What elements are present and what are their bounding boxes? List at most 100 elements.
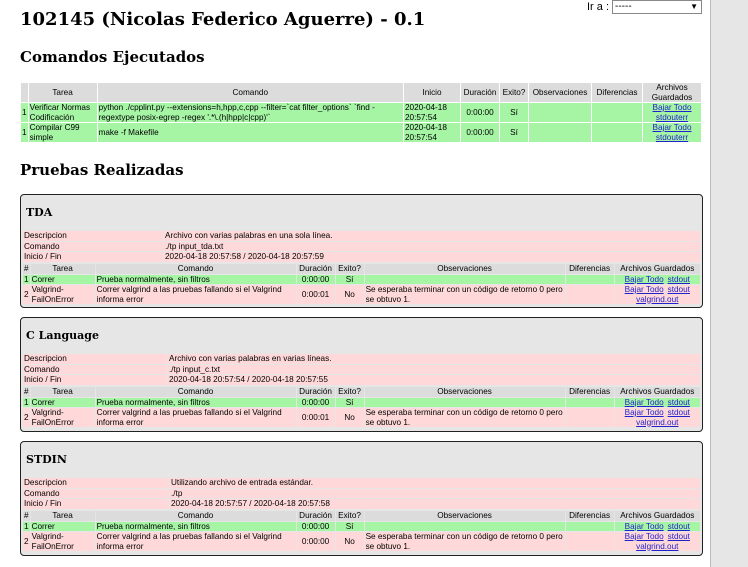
download-link-stdouterr[interactable]: stdouterr: [656, 113, 688, 123]
runs-header-cell: Tarea: [30, 387, 95, 397]
section-command-row: Comando ./tp: [23, 488, 700, 498]
section-description-label: Descripcion: [23, 231, 163, 241]
download-link-bajar-todo[interactable]: Bajar Todo: [653, 123, 692, 133]
command-duration: 0:00:00: [461, 103, 499, 122]
run-duration: 0:00:00: [296, 397, 335, 407]
section-command-label: Comando: [23, 241, 163, 251]
runs-header-cell: Exito?: [335, 511, 364, 521]
section-command-value: ./tp input_tda.txt: [164, 241, 700, 251]
section-time-row: Inicio / Fin 2020-04-18 20:57:58 / 2020-0…: [23, 252, 700, 262]
section-description-value: Archivo con varias palabras en varias lí…: [168, 354, 700, 364]
download-link-valgrind-out[interactable]: valgrind.out: [636, 542, 678, 552]
download-link-valgrind-out[interactable]: valgrind.out: [636, 418, 678, 428]
command-duration: 0:00:00: [461, 123, 499, 142]
run-success: Sí: [335, 521, 364, 531]
run-command: Prueba normalmente, sin filtros: [95, 397, 296, 407]
section-time-label: Inicio / Fin: [23, 375, 167, 385]
section-time-label: Inicio / Fin: [23, 499, 169, 509]
command-files: Bajar Todostdouterr: [643, 103, 701, 122]
run-number: 2: [23, 408, 30, 427]
section-time-label: Inicio / Fin: [23, 252, 163, 262]
runs-header-cell: Tarea: [30, 264, 95, 274]
run-duration: 0:00:00: [296, 521, 335, 531]
run-files: Bajar Todo stdoutvalgrind.out: [614, 532, 700, 552]
run-command: Correr valgrind a las pruebas fallando s…: [95, 408, 296, 427]
run-files: Bajar Todo stdoutvalgrind.out: [614, 408, 700, 428]
download-link-valgrind-out[interactable]: valgrind.out: [636, 295, 678, 305]
download-link-stdout[interactable]: stdout: [668, 275, 690, 285]
goto-select[interactable]: ----- ▼: [612, 0, 703, 14]
commands-header-cell: Comando: [97, 83, 403, 102]
run-row: 1 Correr Prueba normalmente, sin filtros 0:…: [23, 521, 700, 532]
run-row: 2 Valgrind-FailOnError Correr valgrind a l…: [23, 408, 700, 427]
command-start: 2020-04-18 20:57:54: [404, 123, 460, 142]
section-time-value: 2020-04-18 20:57:54 / 2020-04-18 20:57:5…: [168, 375, 700, 385]
run-files: Bajar Todo stdout: [614, 274, 700, 285]
section-time-row: Inicio / Fin 2020-04-18 20:57:54 / 2020-0…: [23, 375, 700, 385]
download-link-stdouterr[interactable]: stdouterr: [656, 133, 688, 143]
section-description-row: Descripcion Archivo con varias palabras e…: [23, 231, 700, 241]
section-command-label: Comando: [23, 488, 169, 498]
commands-header-cell: Exito?: [500, 83, 528, 102]
run-observations: Se esperaba terminar con un código de re…: [364, 532, 565, 551]
run-differences: [565, 521, 614, 531]
download-link-bajar-todo[interactable]: Bajar Todo: [625, 408, 664, 418]
download-link-stdout[interactable]: stdout: [668, 522, 690, 532]
section-description-row: Descripcion Archivo con varias palabras e…: [23, 354, 700, 364]
download-link-bajar-todo[interactable]: Bajar Todo: [625, 398, 664, 408]
run-success: No: [335, 408, 364, 427]
tests-heading: Pruebas Realizadas: [20, 161, 184, 179]
section-runs-table: # Tarea Comando Duración Exito? Observaciones…: [22, 510, 701, 552]
section-runs-table: # Tarea Comando Duración Exito? Observaciones…: [22, 263, 701, 305]
commands-header-blank: [21, 83, 28, 102]
run-command: Prueba normalmente, sin filtros: [95, 274, 296, 284]
download-link-bajar-todo[interactable]: Bajar Todo: [625, 275, 664, 285]
runs-header-cell: Observaciones: [364, 511, 565, 521]
download-link-stdout[interactable]: stdout: [668, 532, 690, 542]
run-observations: [364, 274, 565, 284]
run-number: 2: [23, 285, 30, 304]
run-number: 1: [23, 274, 30, 284]
goto-selected-value: -----: [615, 1, 632, 12]
goto-control: Ir a : ----- ▼: [587, 0, 703, 14]
download-link-bajar-todo[interactable]: Bajar Todo: [625, 285, 664, 295]
command-row: 1 Verificar Normas Codificación python ./c…: [21, 103, 701, 122]
download-link-stdout[interactable]: stdout: [668, 408, 690, 418]
runs-header-cell: Comando: [95, 511, 296, 521]
download-link-stdout[interactable]: stdout: [668, 398, 690, 408]
commands-table: Tarea Comando Inicio Duración Exito? Observac…: [20, 82, 702, 143]
section-description-value: Utilizando archivo de entrada estándar.: [170, 478, 700, 488]
test-section: TDA Descripcion Archivo con varias palabra…: [20, 194, 703, 308]
run-duration: 0:00:01: [296, 285, 335, 304]
download-link-bajar-todo[interactable]: Bajar Todo: [625, 522, 664, 532]
runs-header-cell: #: [23, 264, 30, 274]
run-success: Sí: [335, 274, 364, 284]
commands-header-cell: Archivos Guardados: [643, 83, 701, 102]
run-files: Bajar Todo stdout: [614, 397, 700, 408]
download-link-bajar-todo[interactable]: Bajar Todo: [653, 103, 692, 113]
section-description-row: Descripcion Utilizando archivo de entrada…: [23, 478, 700, 488]
command-text: make -f Makefile: [97, 123, 403, 142]
run-duration: 0:00:01: [296, 408, 335, 427]
runs-header-row: # Tarea Comando Duración Exito? Observaciones…: [23, 387, 700, 397]
download-link-bajar-todo[interactable]: Bajar Todo: [625, 532, 664, 542]
runs-header-cell: Diferencias: [565, 511, 614, 521]
command-success: Sí: [500, 103, 528, 122]
run-observations: [364, 521, 565, 531]
download-link-stdout[interactable]: stdout: [668, 285, 690, 295]
runs-header-cell: Archivos Guardados: [614, 264, 700, 274]
test-section: STDIN Descripcion Utilizando archivo de en…: [20, 441, 703, 556]
commands-header-cell: Duración: [461, 83, 499, 102]
run-files: Bajar Todo stdout: [614, 521, 700, 532]
run-task: Valgrind-FailOnError: [30, 285, 95, 304]
commands-header-cell: Observaciones: [529, 83, 591, 102]
run-command: Correr valgrind a las pruebas fallando s…: [95, 532, 296, 551]
command-success: Sí: [500, 123, 528, 142]
section-command-label: Comando: [23, 364, 167, 374]
run-task: Correr: [30, 521, 95, 531]
command-differences: [592, 123, 642, 142]
section-command-value: ./tp input_c.txt: [168, 364, 700, 374]
run-number: 2: [23, 532, 30, 551]
runs-header-cell: Observaciones: [364, 264, 565, 274]
section-title: STDIN: [26, 453, 67, 466]
